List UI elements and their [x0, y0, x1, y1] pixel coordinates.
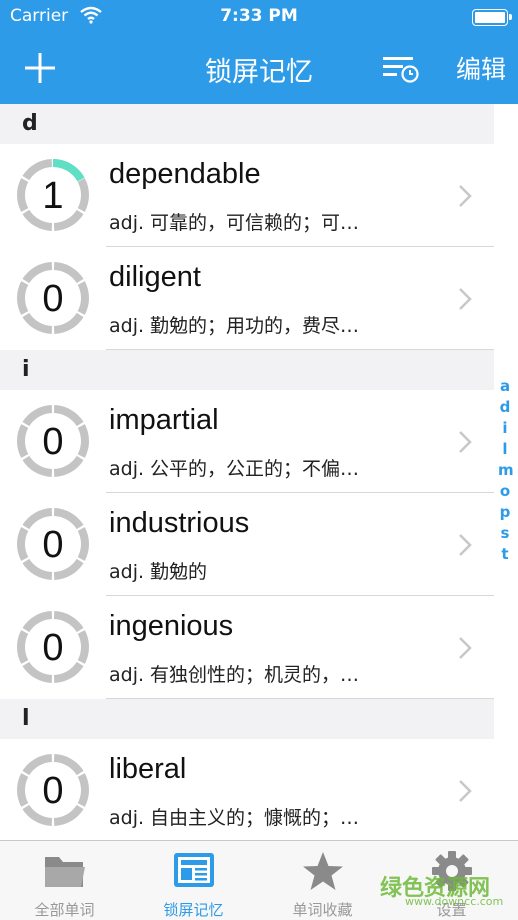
word-row[interactable]: 0 liberal adj. 自由主义的；慷慨的；…: [0, 739, 494, 840]
review-count: 0: [42, 770, 63, 812]
word-row[interactable]: 0 impartial adj. 公平的，公正的；不偏…: [0, 390, 494, 493]
sort-schedule-icon[interactable]: [382, 55, 420, 83]
review-count: 0: [42, 278, 63, 320]
section-index-bar[interactable]: adilmopst: [498, 376, 514, 565]
memory-progress-ring: 0: [17, 405, 89, 477]
section-header: i: [0, 350, 494, 390]
word-meaning: adj. 勤勉的；用功的，费尽…: [109, 315, 360, 337]
chevron-right-icon: [459, 185, 472, 207]
index-letter[interactable]: t: [498, 544, 512, 565]
word-text: ingenious: [109, 610, 234, 642]
lockscreen-icon: [174, 853, 214, 887]
index-letter[interactable]: m: [498, 460, 514, 481]
memory-progress-ring: 0: [17, 611, 89, 683]
chevron-right-icon: [459, 637, 472, 659]
memory-progress-ring: 1: [17, 159, 89, 231]
word-row[interactable]: 0 industrious adj. 勤勉的: [0, 493, 494, 596]
index-letter[interactable]: d: [498, 397, 512, 418]
star-icon: [303, 852, 343, 890]
index-letter[interactable]: p: [498, 502, 512, 523]
word-text: dependable: [109, 158, 261, 190]
memory-progress-ring: 0: [17, 754, 89, 826]
word-meaning: adj. 勤勉的: [109, 561, 208, 583]
section-header: d: [0, 104, 494, 144]
navigation-bar: 锁屏记忆 编辑: [0, 34, 518, 104]
word-text: industrious: [109, 507, 250, 539]
index-letter[interactable]: o: [498, 481, 512, 502]
memory-progress-ring: 0: [17, 262, 89, 334]
memory-progress-ring: 0: [17, 508, 89, 580]
section-header: l: [0, 699, 494, 739]
page-title: 锁屏记忆: [205, 57, 313, 88]
word-meaning: adj. 可靠的，可信赖的；可…: [109, 212, 360, 234]
chevron-right-icon: [459, 431, 472, 453]
index-letter[interactable]: s: [498, 523, 512, 544]
review-count: 0: [42, 421, 63, 463]
index-letter[interactable]: a: [498, 376, 512, 397]
chevron-right-icon: [459, 534, 472, 556]
tab-lockscreen-memory[interactable]: 锁屏记忆: [129, 841, 258, 920]
status-bar: Carrier 7:33 PM: [0, 0, 518, 34]
word-row[interactable]: 0 diligent adj. 勤勉的；用功的，费尽…: [0, 247, 494, 350]
status-time: 7:33 PM: [220, 6, 298, 26]
word-text: liberal: [109, 753, 187, 785]
tab-word-favorites[interactable]: 单词收藏: [258, 841, 387, 920]
index-letter[interactable]: i: [498, 418, 512, 439]
review-count: 0: [42, 627, 63, 669]
row-separator: [106, 349, 494, 350]
watermark-url: www.downcc.com: [405, 895, 504, 908]
review-count: 0: [42, 524, 63, 566]
word-row[interactable]: 1 dependable adj. 可靠的，可信赖的；可…: [0, 144, 494, 247]
row-separator: [106, 698, 494, 699]
chevron-right-icon: [459, 288, 472, 310]
word-row[interactable]: 0 ingenious adj. 有独创性的；机灵的，…: [0, 596, 494, 699]
word-meaning: adj. 自由主义的；慷慨的；…: [109, 807, 360, 829]
tab-label: 单词收藏: [292, 901, 353, 919]
review-count: 1: [42, 175, 63, 217]
word-meaning: adj. 有独创性的；机灵的，…: [109, 664, 360, 686]
word-text: diligent: [109, 261, 201, 293]
word-text: impartial: [109, 404, 219, 436]
word-list[interactable]: d 1 dependable adj. 可靠的，可信赖的；可… 0 diligent adj…: [0, 104, 494, 840]
top-bar: Carrier 7:33 PM 锁屏记忆 编辑: [0, 0, 518, 104]
tab-all-words[interactable]: 全部单词: [0, 841, 129, 920]
tab-label: 锁屏记忆: [163, 901, 224, 919]
edit-button[interactable]: 编辑: [456, 50, 506, 86]
battery-icon: [472, 9, 512, 26]
word-meaning: adj. 公平的，公正的；不偏…: [109, 458, 360, 480]
tab-label: 全部单词: [34, 901, 95, 919]
index-letter[interactable]: l: [498, 439, 512, 460]
chevron-right-icon: [459, 780, 472, 802]
folder-icon: [45, 857, 85, 887]
